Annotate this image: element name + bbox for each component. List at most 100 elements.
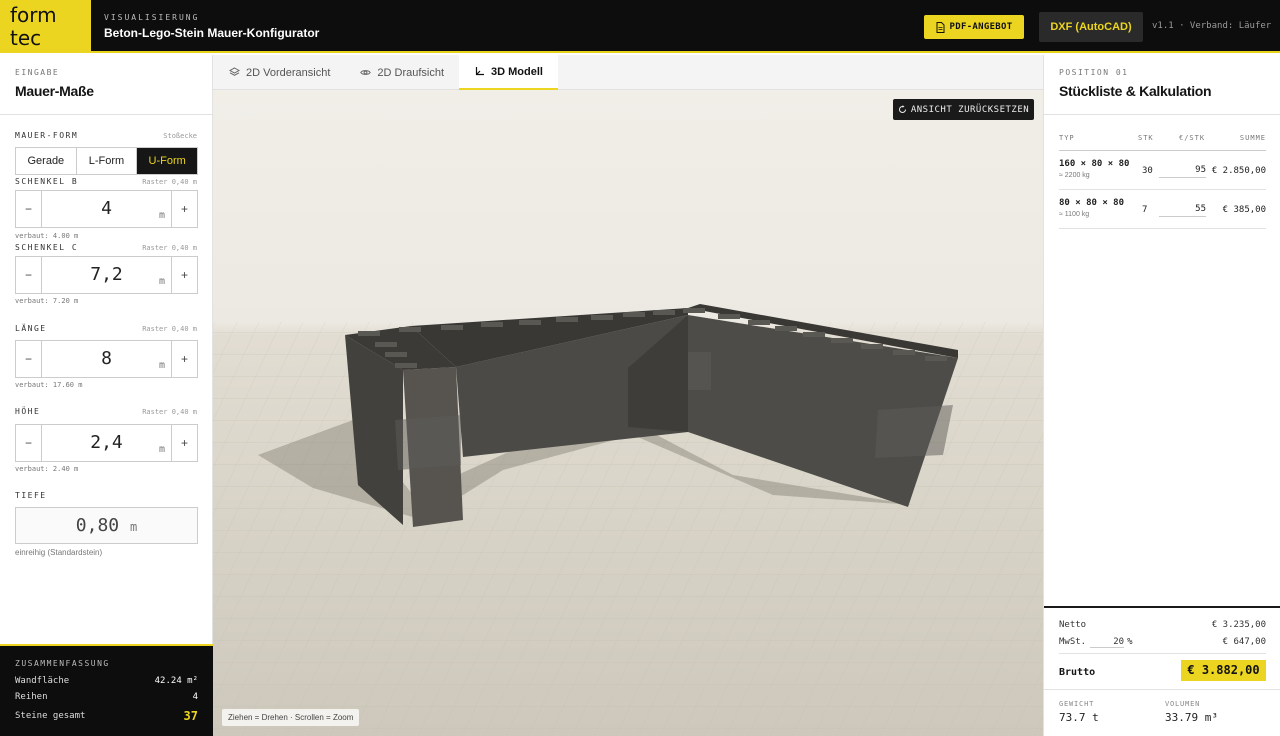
row-count: 7 [1142,205,1148,215]
volume-value: 33.79 m³ [1165,711,1218,724]
column-header-eur: €/STK [1179,134,1206,142]
axes-icon [475,67,485,76]
column-header-stk: STK [1138,134,1154,142]
pdf-offer-label: PDF-ANGEBOT [949,22,1013,32]
divider [1044,689,1280,690]
tab-label: 3D Modell [491,65,543,78]
tab-label: 2D Draufsicht [377,66,445,79]
laenge-stepper: − 8m + [15,340,198,378]
rotate-icon [898,105,906,113]
laenge-input[interactable]: 8m [42,341,171,377]
app-title: Beton-Lego-Stein Mauer-Konfigurator [104,26,320,40]
volume-label: VOLUMEN [1165,700,1201,708]
view-area: 2D Vorderansicht 2D Draufsicht 3D Modell [213,55,1043,736]
pdf-offer-button[interactable]: PDF-ANGEBOT [924,15,1024,39]
shape-option-gerade[interactable]: Gerade [16,148,77,174]
hoehe-note: Raster 0,40 m [142,408,197,416]
position-kicker: POSITION 01 [1059,68,1129,77]
schenkel-c-plus-button[interactable]: + [171,257,197,293]
schenkel-c-value: 7,2 [90,264,123,285]
schenkel-c-stepper: − 7,2 m + [15,256,198,294]
mwst-row: MwSt. 20% € 647,00 [1059,637,1266,648]
schenkel-c-label: SCHENKEL C [15,243,79,252]
table-row: 80 × 80 × 80 ≈ 1100 kg 7 55 € 385,00 [1059,190,1266,229]
input-kicker: EINGABE [15,68,60,77]
mwst-rate-input[interactable]: 20 [1090,637,1125,648]
shape-note: Stoßecke [163,132,197,140]
mwst-value: € 647,00 [1222,637,1266,647]
calculation-panel: POSITION 01 Stückliste & Kalkulation TYP… [1043,55,1280,736]
row-weight: ≈ 1100 kg [1059,211,1090,218]
schenkel-b-input[interactable]: 4m [42,191,171,227]
tab-top-view[interactable]: 2D Draufsicht [345,55,459,90]
unit-label: m [158,360,165,371]
laenge-plus-button[interactable]: + [171,341,197,377]
divider [1044,114,1280,115]
shape-option-l-form[interactable]: L-Form [76,148,138,174]
hoehe-plus-button[interactable]: + [171,425,197,461]
logo: form tec [0,0,91,53]
tab-label: 2D Vorderansicht [246,66,331,79]
tab-front-view[interactable]: 2D Vorderansicht [214,55,345,90]
app-header: form tec VISUALISIERUNG Beton-Lego-Stein… [0,0,1280,53]
hoehe-minus-button[interactable]: − [16,425,42,461]
layers-icon [229,67,240,76]
summary-row: Reihen 4 [15,692,198,702]
view-tabs: 2D Vorderansicht 2D Draufsicht 3D Modell [213,55,1043,90]
schenkel-b-plus-button[interactable]: + [171,191,197,227]
row-type: 80 × 80 × 80 [1059,198,1125,208]
tab-3d-model[interactable]: 3D Modell [459,55,558,90]
row-unit-price-input[interactable]: 95 [1159,162,1206,178]
schenkel-b-stepper: − 4m + [15,190,198,228]
hoehe-value: 2,4 [90,432,123,453]
summary-row: Wandfläche 42.24 m² [15,676,198,686]
tiefe-field: 0,80 m [15,507,198,544]
volume-info: VOLUMEN 33.79 m³ [1165,700,1218,724]
summary-label: Steine gesamt [15,711,86,721]
3d-viewport[interactable]: ANSICHT ZURÜCKSETZEN Ziehen = Drehen · S… [213,90,1043,736]
shape-label: MAUER-FORM [15,131,79,140]
table-header: TYP STK €/STK SUMME [1059,133,1266,151]
summary-label: Reihen [15,692,48,702]
hoehe-verbaut: verbaut: 2.40 m [15,465,79,473]
laenge-minus-button[interactable]: − [16,341,42,377]
weight-value: 73.7 t [1059,711,1099,724]
laenge-label: LÄNGE [15,324,47,333]
column-header-summe: SUMME [1239,134,1266,142]
unit-label: m [129,520,138,534]
hoehe-input[interactable]: 2,4 m [42,425,171,461]
summary-value: 42.24 m² [154,676,198,686]
schenkel-c-note: Raster 0,40 m [142,244,197,252]
calculation-title: Stückliste & Kalkulation [1059,83,1212,99]
hoehe-label: HÖHE [15,407,41,416]
schenkel-b-note: Raster 0,40 m [142,178,197,186]
weight-label: GEWICHT [1059,700,1095,708]
schenkel-b-label: SCHENKEL B [15,177,79,186]
mwst-label: MwSt. [1059,637,1087,647]
tiefe-value: 0,80 [75,515,120,536]
document-icon [936,21,945,33]
schenkel-b-verbaut: verbaut: 4.00 m [15,232,79,240]
weight-info: GEWICHT 73.7 t [1059,700,1099,724]
laenge-value: 8 [101,348,112,369]
reset-view-button[interactable]: ANSICHT ZURÜCKSETZEN [893,99,1034,120]
dxf-export-button[interactable]: DXF (AutoCAD) [1039,12,1143,42]
table-row: 160 × 80 × 80 ≈ 2200 kg 30 95 € 2.850,00 [1059,151,1266,190]
netto-row: Netto € 3.235,00 [1059,620,1266,630]
tiefe-label: TIEFE [15,491,47,500]
row-sum: € 2.850,00 [1211,166,1266,176]
logo-line-1: form [10,3,57,27]
row-unit-price-input[interactable]: 55 [1159,201,1206,217]
hoehe-stepper: − 2,4 m + [15,424,198,462]
schenkel-b-value: 4 [101,198,112,219]
unit-label: m [158,444,165,455]
summary-value: 37 [183,709,198,723]
row-type: 160 × 80 × 80 [1059,159,1130,169]
schenkel-c-input[interactable]: 7,2 m [42,257,171,293]
shape-option-u-form[interactable]: U-Form [137,148,198,174]
logo-line-2: tec [10,26,42,50]
reset-view-label: ANSICHT ZURÜCKSETZEN [910,104,1030,115]
schenkel-c-minus-button[interactable]: − [16,257,42,293]
schenkel-b-minus-button[interactable]: − [16,191,42,227]
schenkel-c-verbaut: verbaut: 7.20 m [15,297,79,305]
